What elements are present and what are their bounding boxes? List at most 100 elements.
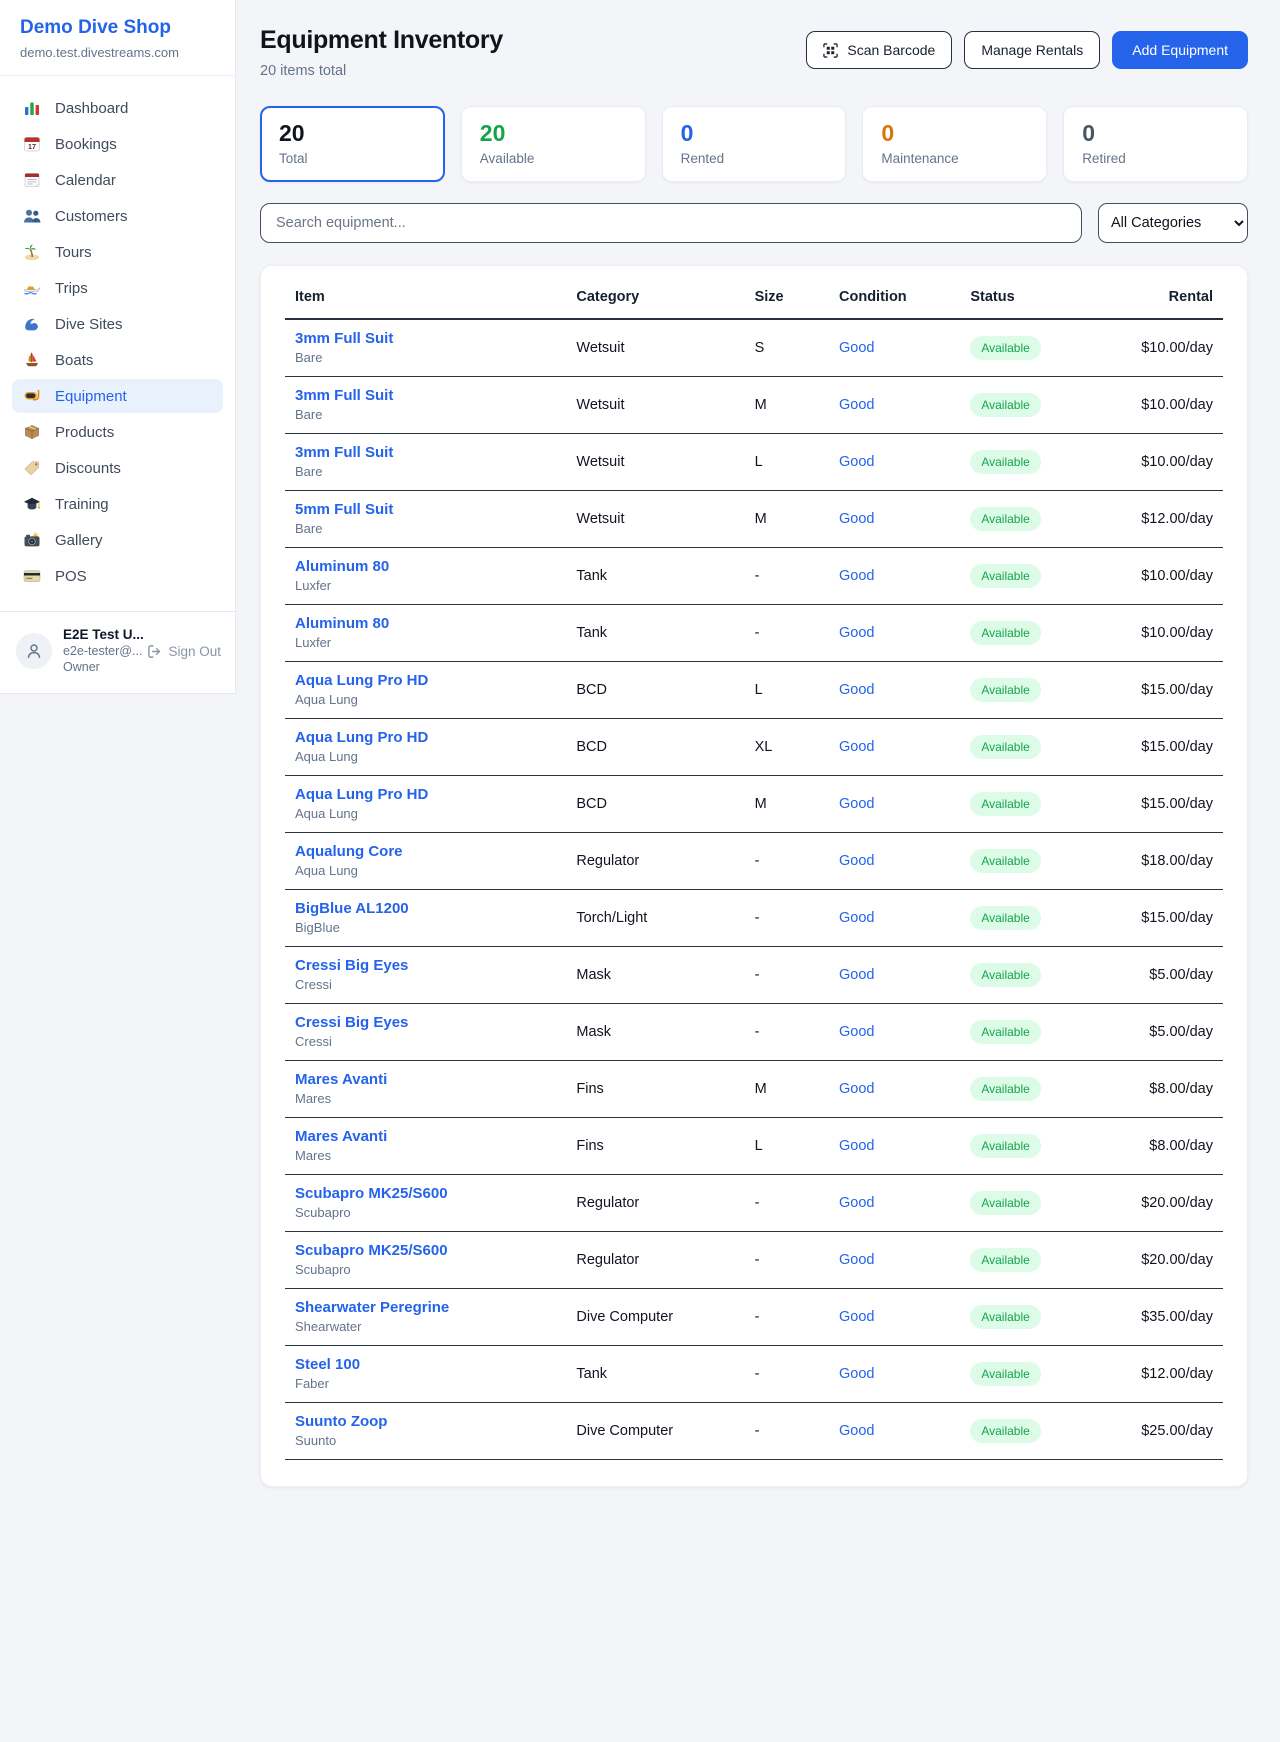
item-condition-link[interactable]: Good [829,1403,960,1460]
table-row[interactable]: Mares Avanti Mares Fins L Good Available… [285,1118,1223,1175]
table-row[interactable]: Aluminum 80 Luxfer Tank - Good Available… [285,548,1223,605]
sidebar-item-calendar[interactable]: Calendar [12,163,223,197]
add-equipment-label: Add Equipment [1132,42,1228,58]
table-row[interactable]: Scubapro MK25/S600 Scubapro Regulator - … [285,1175,1223,1232]
sidebar-item-label: Dive Sites [55,316,123,333]
table-row[interactable]: Aqua Lung Pro HD Aqua Lung BCD XL Good A… [285,719,1223,776]
item-condition-link[interactable]: Good [829,1004,960,1061]
status-cell: Available [960,890,1110,947]
table-row[interactable]: Cressi Big Eyes Cressi Mask - Good Avail… [285,947,1223,1004]
sidebar-item-tours[interactable]: Tours [12,235,223,269]
item-condition-link[interactable]: Good [829,1232,960,1289]
item-condition-link[interactable]: Good [829,662,960,719]
item-cell: Cressi Big Eyes Cressi [285,1004,566,1061]
sidebar-item-training[interactable]: Training [12,487,223,521]
item-name-link[interactable]: Aqua Lung Pro HD [295,729,556,746]
stat-card-retired[interactable]: 0 Retired [1063,106,1248,182]
sidebar-item-dashboard[interactable]: Dashboard [12,91,223,125]
item-condition-link[interactable]: Good [829,1346,960,1403]
sidebar-item-gallery[interactable]: Gallery [12,523,223,557]
category-select[interactable]: All Categories [1098,203,1248,243]
table-row[interactable]: Suunto Zoop Suunto Dive Computer - Good … [285,1403,1223,1460]
item-condition-link[interactable]: Good [829,377,960,434]
sidebar-item-products[interactable]: Products [12,415,223,449]
item-name-link[interactable]: Suunto Zoop [295,1413,556,1430]
sign-out-button[interactable]: Sign Out [147,644,221,659]
table-row[interactable]: 5mm Full Suit Bare Wetsuit M Good Availa… [285,491,1223,548]
item-name-link[interactable]: 3mm Full Suit [295,444,556,461]
item-condition-link[interactable]: Good [829,1061,960,1118]
manage-rentals-button[interactable]: Manage Rentals [964,31,1100,69]
item-name-link[interactable]: Aqua Lung Pro HD [295,672,556,689]
table-row[interactable]: Aqua Lung Pro HD Aqua Lung BCD L Good Av… [285,662,1223,719]
scan-barcode-button[interactable]: Scan Barcode [806,31,952,69]
table-row[interactable]: Steel 100 Faber Tank - Good Available $1… [285,1346,1223,1403]
item-name-link[interactable]: 3mm Full Suit [295,330,556,347]
item-name-link[interactable]: Aluminum 80 [295,558,556,575]
table-row[interactable]: 3mm Full Suit Bare Wetsuit M Good Availa… [285,377,1223,434]
table-row[interactable]: Aluminum 80 Luxfer Tank - Good Available… [285,605,1223,662]
stat-card-total[interactable]: 20 Total [260,106,445,182]
item-name-link[interactable]: Aqualung Core [295,843,556,860]
item-name-link[interactable]: Aqua Lung Pro HD [295,786,556,803]
table-row[interactable]: Scubapro MK25/S600 Scubapro Regulator - … [285,1232,1223,1289]
item-condition-link[interactable]: Good [829,776,960,833]
item-condition-link[interactable]: Good [829,319,960,377]
item-name-link[interactable]: Scubapro MK25/S600 [295,1185,556,1202]
sidebar-item-trips[interactable]: Trips [12,271,223,305]
table-row[interactable]: 3mm Full Suit Bare Wetsuit S Good Availa… [285,319,1223,377]
table-row[interactable]: Aqualung Core Aqua Lung Regulator - Good… [285,833,1223,890]
item-condition-link[interactable]: Good [829,1175,960,1232]
item-name-link[interactable]: BigBlue AL1200 [295,900,556,917]
sidebar-item-boats[interactable]: Boats [12,343,223,377]
table-row[interactable]: Aqua Lung Pro HD Aqua Lung BCD M Good Av… [285,776,1223,833]
item-condition-link[interactable]: Good [829,1289,960,1346]
item-name-link[interactable]: Scubapro MK25/S600 [295,1242,556,1259]
item-condition-link[interactable]: Good [829,605,960,662]
status-badge: Available [970,450,1040,474]
stat-card-maintenance[interactable]: 0 Maintenance [862,106,1047,182]
stat-card-available[interactable]: 20 Available [461,106,646,182]
sidebar-item-discounts[interactable]: Discounts [12,451,223,485]
item-name-link[interactable]: Cressi Big Eyes [295,957,556,974]
status-badge: Available [970,621,1040,645]
item-condition-link[interactable]: Good [829,890,960,947]
search-input[interactable] [260,203,1082,243]
table-row[interactable]: 3mm Full Suit Bare Wetsuit L Good Availa… [285,434,1223,491]
sidebar-item-customers[interactable]: Customers [12,199,223,233]
sidebar-item-equipment[interactable]: Equipment [12,379,223,413]
sidebar-item-dive-sites[interactable]: Dive Sites [12,307,223,341]
item-condition-link[interactable]: Good [829,833,960,890]
item-name-link[interactable]: Mares Avanti [295,1071,556,1088]
item-condition-link[interactable]: Good [829,947,960,1004]
status-badge: Available [970,792,1040,816]
item-name-link[interactable]: Cressi Big Eyes [295,1014,556,1031]
item-name-link[interactable]: Shearwater Peregrine [295,1299,556,1316]
item-condition-link[interactable]: Good [829,719,960,776]
item-condition-link[interactable]: Good [829,491,960,548]
table-row[interactable]: BigBlue AL1200 BigBlue Torch/Light - Goo… [285,890,1223,947]
item-condition-link[interactable]: Good [829,434,960,491]
item-brand: Mares [295,1091,556,1106]
item-name-link[interactable]: Steel 100 [295,1356,556,1373]
stat-value: 0 [881,120,1028,147]
table-row[interactable]: Cressi Big Eyes Cressi Mask - Good Avail… [285,1004,1223,1061]
sidebar-item-pos[interactable]: POS [12,559,223,593]
table-row[interactable]: Mares Avanti Mares Fins M Good Available… [285,1061,1223,1118]
table-row[interactable]: Shearwater Peregrine Shearwater Dive Com… [285,1289,1223,1346]
add-equipment-button[interactable]: Add Equipment [1112,31,1248,69]
stat-card-rented[interactable]: 0 Rented [662,106,847,182]
item-name-link[interactable]: Mares Avanti [295,1128,556,1145]
item-brand: Aqua Lung [295,806,556,821]
item-name-link[interactable]: 3mm Full Suit [295,387,556,404]
sidebar-item-bookings[interactable]: 17 Bookings [12,127,223,161]
item-cell: Scubapro MK25/S600 Scubapro [285,1175,566,1232]
column-header-status: Status [960,270,1110,319]
item-condition-link[interactable]: Good [829,1118,960,1175]
item-name-link[interactable]: Aluminum 80 [295,615,556,632]
item-condition-link[interactable]: Good [829,548,960,605]
brand-link[interactable]: Demo Dive Shop [20,17,215,39]
user-email: e2e-tester@... [63,644,136,660]
item-rental: $15.00/day [1110,662,1223,719]
item-name-link[interactable]: 5mm Full Suit [295,501,556,518]
